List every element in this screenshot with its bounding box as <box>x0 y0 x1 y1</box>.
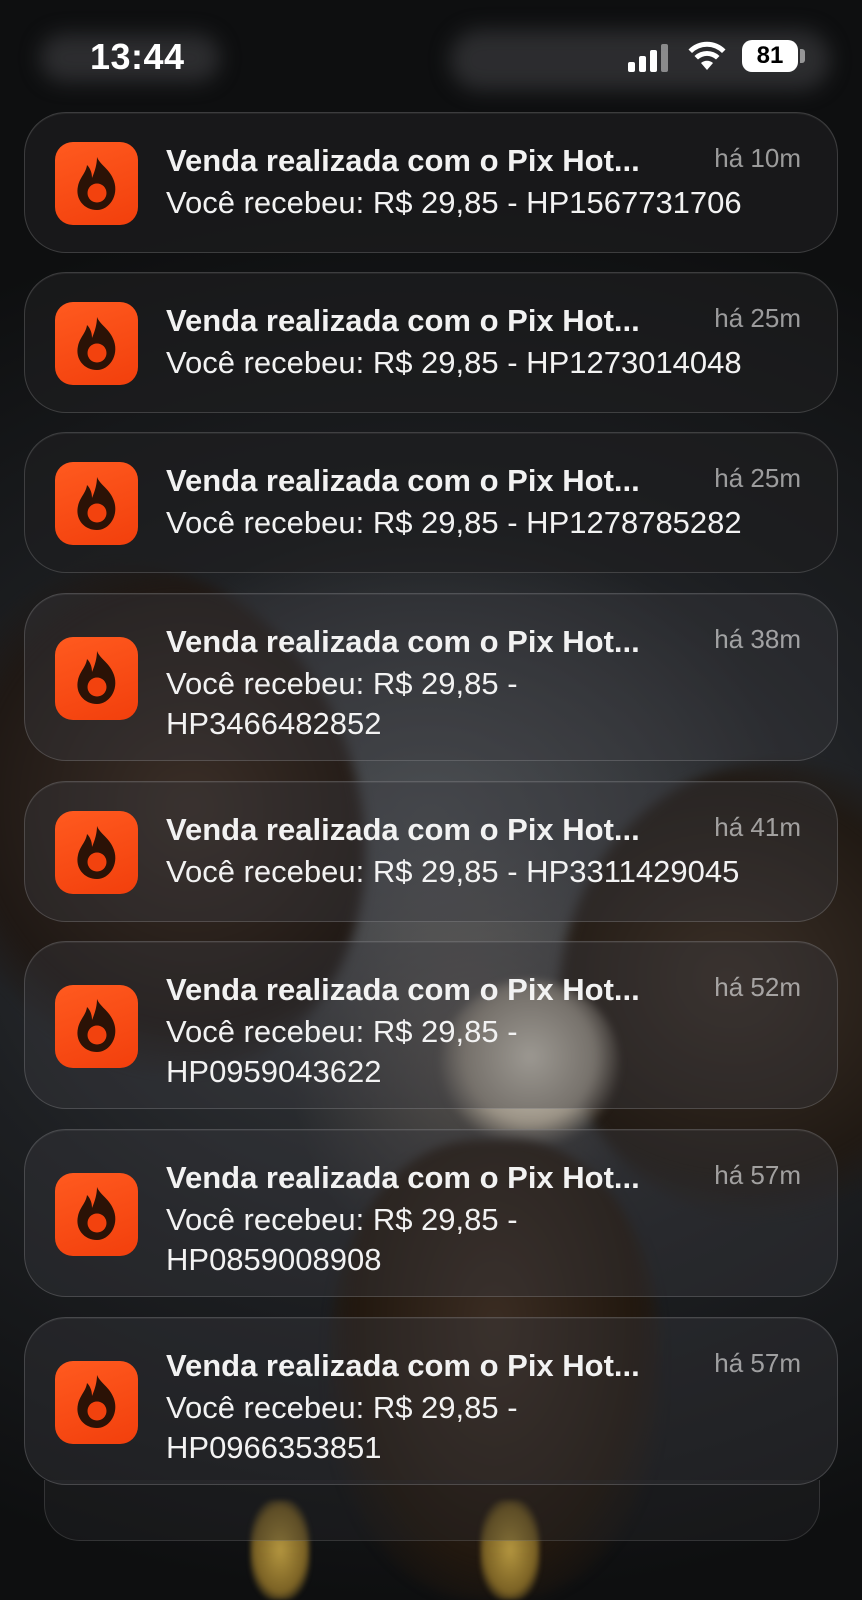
hotmart-flame-icon <box>55 302 138 385</box>
notification-title: Venda realizada com o Pix Hot... <box>166 1160 640 1195</box>
notification-body: Você recebeu: R$ 29,85 - HP0859008908 <box>166 1202 518 1277</box>
notification-body: Você recebeu: R$ 29,85 - HP3466482852 <box>166 666 518 741</box>
cellular-signal-icon <box>628 42 670 72</box>
notification-card-6[interactable]: Venda realizada com o Pix Hot... há 52m … <box>24 941 838 1109</box>
hotmart-flame-icon <box>55 1360 138 1444</box>
notification-card-1[interactable]: Venda realizada com o Pix Hot... há 10m … <box>24 112 838 253</box>
notification-time: há 57m <box>714 1160 801 1190</box>
notification-body: Você recebeu: R$ 29,85 - HP1567731706 <box>166 185 742 220</box>
notification-card-4[interactable]: Venda realizada com o Pix Hot... há 38m … <box>24 593 838 761</box>
notification-body: Você recebeu: R$ 29,85 - HP1273014048 <box>166 345 742 380</box>
notification-card-7[interactable]: Venda realizada com o Pix Hot... há 57m … <box>24 1129 838 1297</box>
hotmart-flame-icon <box>55 636 138 720</box>
wifi-icon <box>688 41 726 70</box>
notification-title: Venda realizada com o Pix Hot... <box>166 143 640 178</box>
notification-title: Venda realizada com o Pix Hot... <box>166 463 640 498</box>
notification-title: Venda realizada com o Pix Hot... <box>166 1348 640 1383</box>
notification-time: há 38m <box>714 624 801 654</box>
notification-title: Venda realizada com o Pix Hot... <box>166 624 640 659</box>
status-time: 13:44 <box>90 36 185 77</box>
notification-time: há 52m <box>714 972 801 1002</box>
notification-body: Você recebeu: R$ 29,85 - HP0959043622 <box>166 1014 518 1089</box>
notification-time: há 25m <box>714 303 801 333</box>
battery-icon: 81 <box>742 40 798 72</box>
hotmart-flame-icon <box>55 1172 138 1256</box>
notification-card-2[interactable]: Venda realizada com o Pix Hot... há 25m … <box>24 272 838 413</box>
notification-time: há 10m <box>714 143 801 173</box>
notification-title: Venda realizada com o Pix Hot... <box>166 303 640 338</box>
notification-title: Venda realizada com o Pix Hot... <box>166 812 640 847</box>
notification-time: há 25m <box>714 463 801 493</box>
battery-tip <box>800 49 805 63</box>
notification-body: Você recebeu: R$ 29,85 - HP1278785282 <box>166 505 742 540</box>
notification-stack-edge <box>44 1480 820 1541</box>
notification-body: Você recebeu: R$ 29,85 - HP0966353851 <box>166 1390 518 1465</box>
notification-card-8[interactable]: Venda realizada com o Pix Hot... há 57m … <box>24 1317 838 1485</box>
notification-card-5[interactable]: Venda realizada com o Pix Hot... há 41m … <box>24 781 838 922</box>
hotmart-flame-icon <box>55 984 138 1068</box>
notification-time: há 57m <box>714 1348 801 1378</box>
notification-time: há 41m <box>714 812 801 842</box>
hotmart-flame-icon <box>55 462 138 545</box>
notification-card-3[interactable]: Venda realizada com o Pix Hot... há 25m … <box>24 432 838 573</box>
notification-body: Você recebeu: R$ 29,85 - HP3311429045 <box>166 854 740 889</box>
notification-title: Venda realizada com o Pix Hot... <box>166 972 640 1007</box>
hotmart-flame-icon <box>55 811 138 894</box>
hotmart-flame-icon <box>55 142 138 225</box>
status-bar: 13:44 81 <box>0 0 862 110</box>
